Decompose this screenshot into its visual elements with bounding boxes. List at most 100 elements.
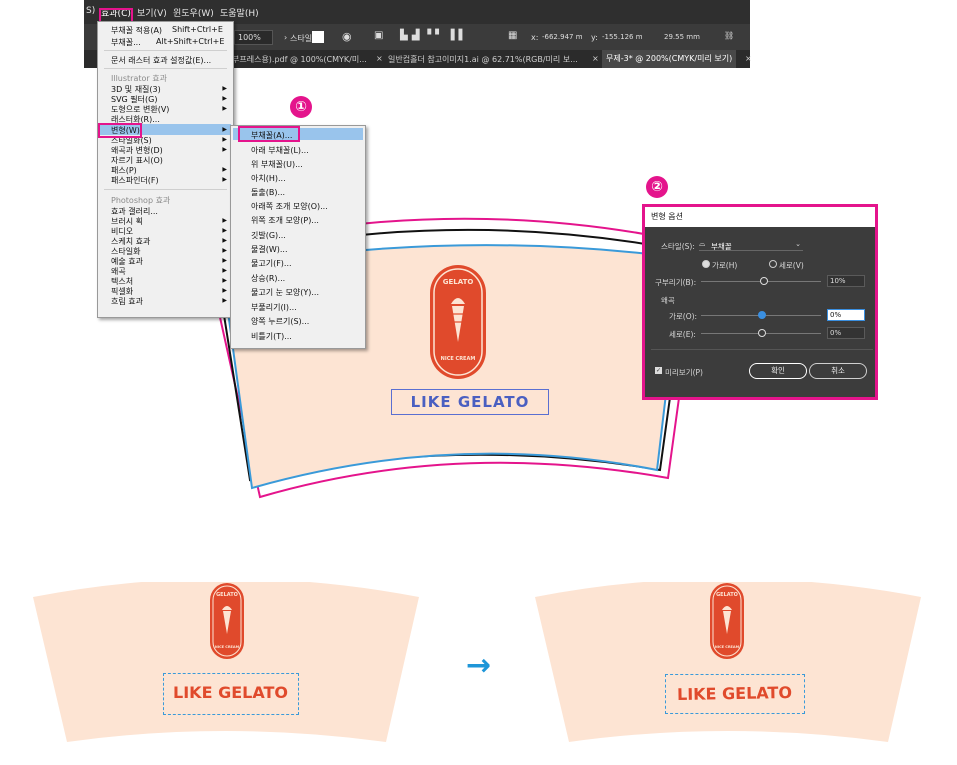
warp-inflate[interactable]: 부풀리기(I)...	[251, 302, 297, 313]
badge-title: GELATO	[216, 592, 238, 598]
warp-arc-lower[interactable]: 아래 부채꼴(L)...	[251, 145, 309, 156]
tab-untitled-3[interactable]: 무제-3* @ 200%(CMYK/미리 보기)	[602, 50, 737, 68]
zoom-field[interactable]: 100%	[234, 30, 273, 45]
warp-bulge[interactable]: 돌출(B)...	[251, 187, 285, 198]
distort-h-field[interactable]: 0%	[827, 309, 865, 321]
style-dropdown-value: 부채꼴	[711, 242, 732, 251]
horizontal-radio[interactable]	[702, 260, 710, 268]
gelato-badge-before: GELATO NICE CREAM	[209, 582, 245, 660]
submenu-arrow-icon: ▶	[222, 217, 227, 224]
bend-field[interactable]: 10%	[827, 275, 865, 287]
dialog-divider	[651, 349, 873, 350]
warp-wave[interactable]: 물결(W)...	[251, 244, 288, 255]
gelato-badge-after: GELATO NICE CREAM	[709, 582, 745, 660]
bend-label: 구부리기(B):	[655, 278, 697, 287]
submenu-arrow-icon: ▶	[222, 247, 227, 254]
cancel-button[interactable]: 취소	[809, 363, 867, 379]
dialog-title: 변형 옵션	[645, 207, 875, 227]
preview-checkbox[interactable]: ✓	[655, 367, 662, 374]
globe-icon[interactable]: ◉	[342, 30, 352, 43]
step-2-badge: ②	[646, 176, 668, 198]
warp-twist[interactable]: 비틀기(T)...	[251, 331, 292, 342]
warp-submenu: 부채꼴(A)... 아래 부채꼴(L)... 위 부채꼴(U)... 아치(H)…	[230, 125, 366, 349]
submenu-arrow-icon: ▶	[222, 257, 227, 264]
distort-vertical-label: 세로(E):	[669, 330, 696, 339]
menu-apply-last-shortcut: Shift+Ctrl+E	[172, 25, 223, 34]
menu-last-effect[interactable]: 부채꼴...	[111, 37, 141, 48]
menu-last-shortcut: Alt+Shift+Ctrl+E	[156, 37, 225, 46]
menu-item-window[interactable]: 윈도우(W)	[173, 6, 214, 19]
arrow-right-icon[interactable]: ›	[284, 33, 287, 42]
warp-fisheye[interactable]: 물고기 눈 모양(Y)...	[251, 287, 319, 298]
preview-label: 미리보기(P)	[665, 368, 703, 377]
align-icons[interactable]: ▙▟▝▘▐▌	[400, 30, 470, 41]
style-label: 스타일	[290, 34, 313, 43]
horizontal-label: 가로(H)	[712, 261, 738, 270]
headline-before: LIKE GELATO	[173, 683, 288, 702]
distortion-header: 왜곡	[661, 296, 675, 305]
submenu-arrow-icon: ▶	[222, 136, 227, 143]
width-field[interactable]: 29.55 mm	[664, 33, 700, 41]
warp-menu-callout	[98, 123, 142, 138]
transform-icon[interactable]: ▣	[374, 30, 383, 41]
tab-cup-holder[interactable]: 일반컵홀더 참고이미지1.ai @ 62.71%(RGB/미리 보...	[388, 54, 578, 65]
submenu-arrow-icon: ▶	[222, 267, 227, 274]
menu-separator	[104, 189, 227, 190]
warp-arc-upper[interactable]: 위 부채꼴(U)...	[251, 159, 303, 170]
x-field[interactable]: -662.947 m	[542, 33, 583, 41]
menu-separator	[104, 50, 227, 51]
tab-pdf[interactable]: 부프레스용).pdf @ 100%(CMYK/미...	[232, 54, 367, 65]
submenu-arrow-icon: ▶	[222, 297, 227, 304]
warp-squeeze[interactable]: 양쪽 누르기(S)...	[251, 316, 309, 327]
distort-v-field[interactable]: 0%	[827, 327, 865, 339]
distort-horizontal-label: 가로(O):	[669, 312, 698, 321]
y-field[interactable]: -155.126 m	[602, 33, 643, 41]
gelato-badge: GELATO NICE CREAM	[429, 264, 487, 380]
y-label: y:	[591, 33, 598, 42]
ok-button[interactable]: 확인	[749, 363, 807, 379]
headline-after-box: LIKE GELATO	[665, 674, 805, 714]
badge-subtitle: NICE CREAM	[214, 645, 240, 649]
photoshop-effects-header: Photoshop 효과	[111, 196, 171, 205]
headline-before-box: LIKE GELATO	[163, 673, 299, 715]
menu-item-help[interactable]: 도움말(H)	[220, 6, 259, 19]
menu-item-prev[interactable]: S)	[86, 6, 95, 16]
submenu-arrow-icon: ▶	[222, 146, 227, 153]
warp-rise[interactable]: 상승(R)...	[251, 273, 285, 284]
submenu-arrow-icon: ▶	[222, 237, 227, 244]
submenu-arrow-icon: ▶	[222, 166, 227, 173]
menu-blur[interactable]: 흐림 효과	[111, 296, 143, 307]
arc-style-icon: ⌓	[699, 239, 706, 248]
tab-close-icon[interactable]: ×	[745, 54, 752, 63]
warp-arch[interactable]: 아치(H)...	[251, 173, 286, 184]
warp-shell-upper[interactable]: 위쪽 조개 모양(P)...	[251, 215, 319, 226]
distort-v-slider-knob[interactable]	[758, 329, 766, 337]
menu-apply-last[interactable]: 부채꼴 적용(A)	[111, 25, 162, 36]
style-dropdown[interactable]: ⌓ 부채꼴 ⌄	[699, 239, 803, 251]
distort-h-slider-knob[interactable]	[758, 311, 766, 319]
menu-item-view[interactable]: 보기(V)	[137, 6, 167, 19]
link-icon[interactable]: ⛓	[724, 31, 734, 40]
illustrator-effects-header: Illustrator 효과	[111, 74, 167, 83]
menu-separator	[104, 68, 227, 69]
vertical-label: 세로(V)	[779, 261, 804, 270]
warp-flag[interactable]: 깃발(G)...	[251, 230, 286, 241]
tab-close-icon[interactable]: ×	[376, 54, 383, 63]
warp-fish[interactable]: 물고기(F)...	[251, 258, 292, 269]
submenu-arrow-icon: ▶	[222, 227, 227, 234]
arc-item-callout	[238, 126, 300, 142]
bend-slider-knob[interactable]	[760, 277, 768, 285]
grid-icon[interactable]: ▦	[508, 30, 517, 41]
headline-selection-box[interactable]: LIKE GELATO	[391, 389, 549, 415]
submenu-arrow-icon: ▶	[222, 105, 227, 112]
vertical-radio[interactable]	[769, 260, 777, 268]
step-1-badge: ①	[290, 96, 312, 118]
menu-raster-settings[interactable]: 문서 래스터 효과 설정값(E)...	[111, 55, 211, 66]
menu-pathfinder[interactable]: 패스파인더(F)	[111, 175, 159, 186]
style-swatch[interactable]	[312, 31, 324, 43]
badge-title: GELATO	[442, 278, 474, 286]
warp-shell-lower[interactable]: 아래쪽 조개 모양(O)...	[251, 201, 328, 212]
tab-close-icon[interactable]: ×	[592, 54, 599, 63]
effect-menu: 부채꼴 적용(A) Shift+Ctrl+E 부채꼴... Alt+Shift+…	[97, 21, 234, 318]
x-label: x:	[531, 33, 539, 42]
